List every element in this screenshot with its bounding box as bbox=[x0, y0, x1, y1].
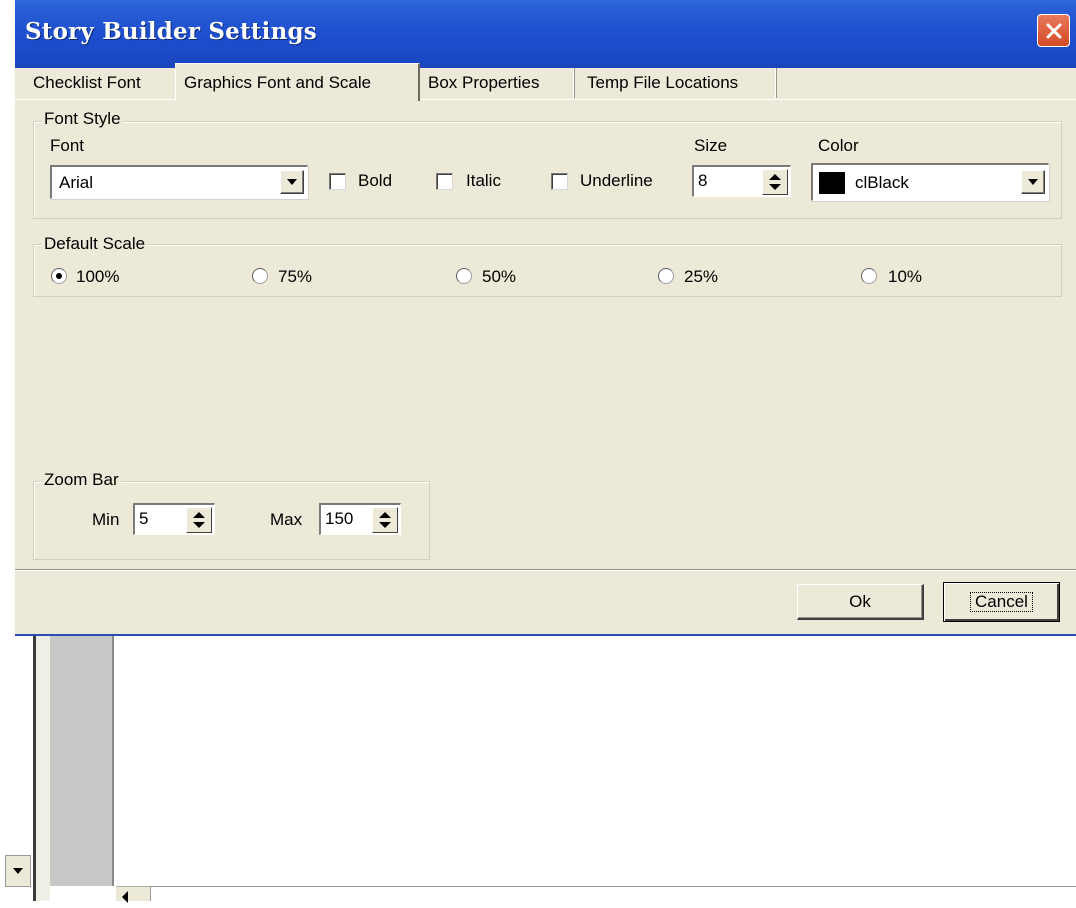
font-style-legend: Font Style bbox=[42, 109, 123, 129]
tab-label: Graphics Font and Scale bbox=[184, 72, 372, 92]
up-down-arrows-icon bbox=[769, 174, 781, 190]
close-button[interactable] bbox=[1037, 14, 1070, 47]
color-label: Color bbox=[818, 136, 859, 155]
tab-separator bbox=[775, 68, 777, 98]
scale-10-label: 10% bbox=[888, 267, 923, 286]
zoom-bar-legend: Zoom Bar bbox=[42, 470, 121, 490]
scale-10-radio[interactable] bbox=[861, 268, 877, 284]
bold-checkbox[interactable] bbox=[329, 173, 346, 190]
cancel-label: Cancel bbox=[970, 592, 1033, 612]
zoom-min-spinner[interactable]: 5 bbox=[133, 503, 215, 535]
scale-50-label: 50% bbox=[482, 267, 517, 286]
horizontal-scroll-track[interactable] bbox=[150, 886, 1076, 901]
tab-box-properties[interactable]: Box Properties bbox=[420, 66, 548, 99]
color-value: clBlack bbox=[855, 173, 909, 192]
tab-label: Temp File Locations bbox=[587, 72, 739, 92]
chevron-down-icon bbox=[1028, 179, 1038, 185]
scroll-down-arrow[interactable] bbox=[5, 855, 31, 887]
zoom-max-spin-buttons[interactable] bbox=[372, 507, 398, 533]
scale-25-label: 25% bbox=[684, 267, 719, 286]
radio-selected-dot bbox=[56, 273, 62, 279]
size-value: 8 bbox=[698, 171, 708, 190]
ok-button[interactable]: Ok bbox=[797, 584, 924, 620]
color-combobox[interactable]: clBlack bbox=[811, 163, 1049, 201]
background-ruler bbox=[50, 636, 114, 886]
zoom-min-spin-buttons[interactable] bbox=[186, 507, 212, 533]
underline-label: Underline bbox=[580, 171, 653, 190]
zoom-max-spinner[interactable]: 150 bbox=[319, 503, 401, 535]
background-canvas bbox=[116, 636, 1076, 886]
tab-graphics-font-and-scale[interactable]: Graphics Font and Scale bbox=[175, 63, 420, 101]
chevron-down-icon bbox=[287, 179, 297, 185]
tab-label: Checklist Font bbox=[33, 72, 141, 92]
close-icon bbox=[1046, 23, 1061, 38]
tab-checklist-font[interactable]: Checklist Font bbox=[25, 66, 149, 99]
underline-checkbox[interactable] bbox=[551, 173, 568, 190]
chevron-left-icon bbox=[122, 891, 128, 903]
scale-50-radio[interactable] bbox=[456, 268, 472, 284]
scale-75-label: 75% bbox=[278, 267, 313, 286]
tab-temp-file-locations[interactable]: Temp File Locations bbox=[579, 66, 746, 99]
zoom-max-label: Max bbox=[270, 510, 303, 529]
italic-label: Italic bbox=[466, 171, 501, 190]
color-dropdown-button[interactable] bbox=[1021, 170, 1045, 194]
scale-75-radio[interactable] bbox=[252, 268, 268, 284]
font-value: Arial bbox=[59, 173, 94, 192]
scroll-left-arrow[interactable] bbox=[120, 888, 130, 908]
cancel-button[interactable]: Cancel bbox=[943, 582, 1060, 622]
ok-label: Ok bbox=[849, 591, 871, 611]
font-combobox[interactable]: Arial bbox=[50, 165, 308, 199]
font-dropdown-button[interactable] bbox=[280, 170, 304, 194]
window-title: Story Builder Settings bbox=[25, 18, 317, 45]
zoom-min-label: Min bbox=[92, 510, 120, 529]
italic-checkbox[interactable] bbox=[436, 173, 453, 190]
button-bar-divider-highlight bbox=[15, 570, 1076, 571]
scale-100-radio[interactable] bbox=[51, 268, 67, 284]
size-spin-buttons[interactable] bbox=[762, 169, 788, 195]
font-label: Font bbox=[50, 136, 85, 155]
tab-separator bbox=[573, 68, 575, 98]
scale-100-label: 100% bbox=[76, 267, 120, 286]
background-panel bbox=[36, 636, 50, 901]
size-label: Size bbox=[694, 136, 728, 155]
color-swatch bbox=[819, 172, 845, 194]
bold-label: Bold bbox=[358, 171, 393, 190]
default-scale-legend: Default Scale bbox=[42, 234, 148, 254]
zoom-max-value: 150 bbox=[325, 509, 354, 528]
up-down-arrows-icon bbox=[193, 512, 205, 528]
chevron-down-icon bbox=[13, 868, 23, 874]
tab-label: Box Properties bbox=[428, 72, 540, 92]
scale-25-radio[interactable] bbox=[658, 268, 674, 284]
up-down-arrows-icon bbox=[379, 512, 391, 528]
size-spinner[interactable]: 8 bbox=[692, 165, 791, 197]
zoom-min-value: 5 bbox=[139, 509, 149, 528]
